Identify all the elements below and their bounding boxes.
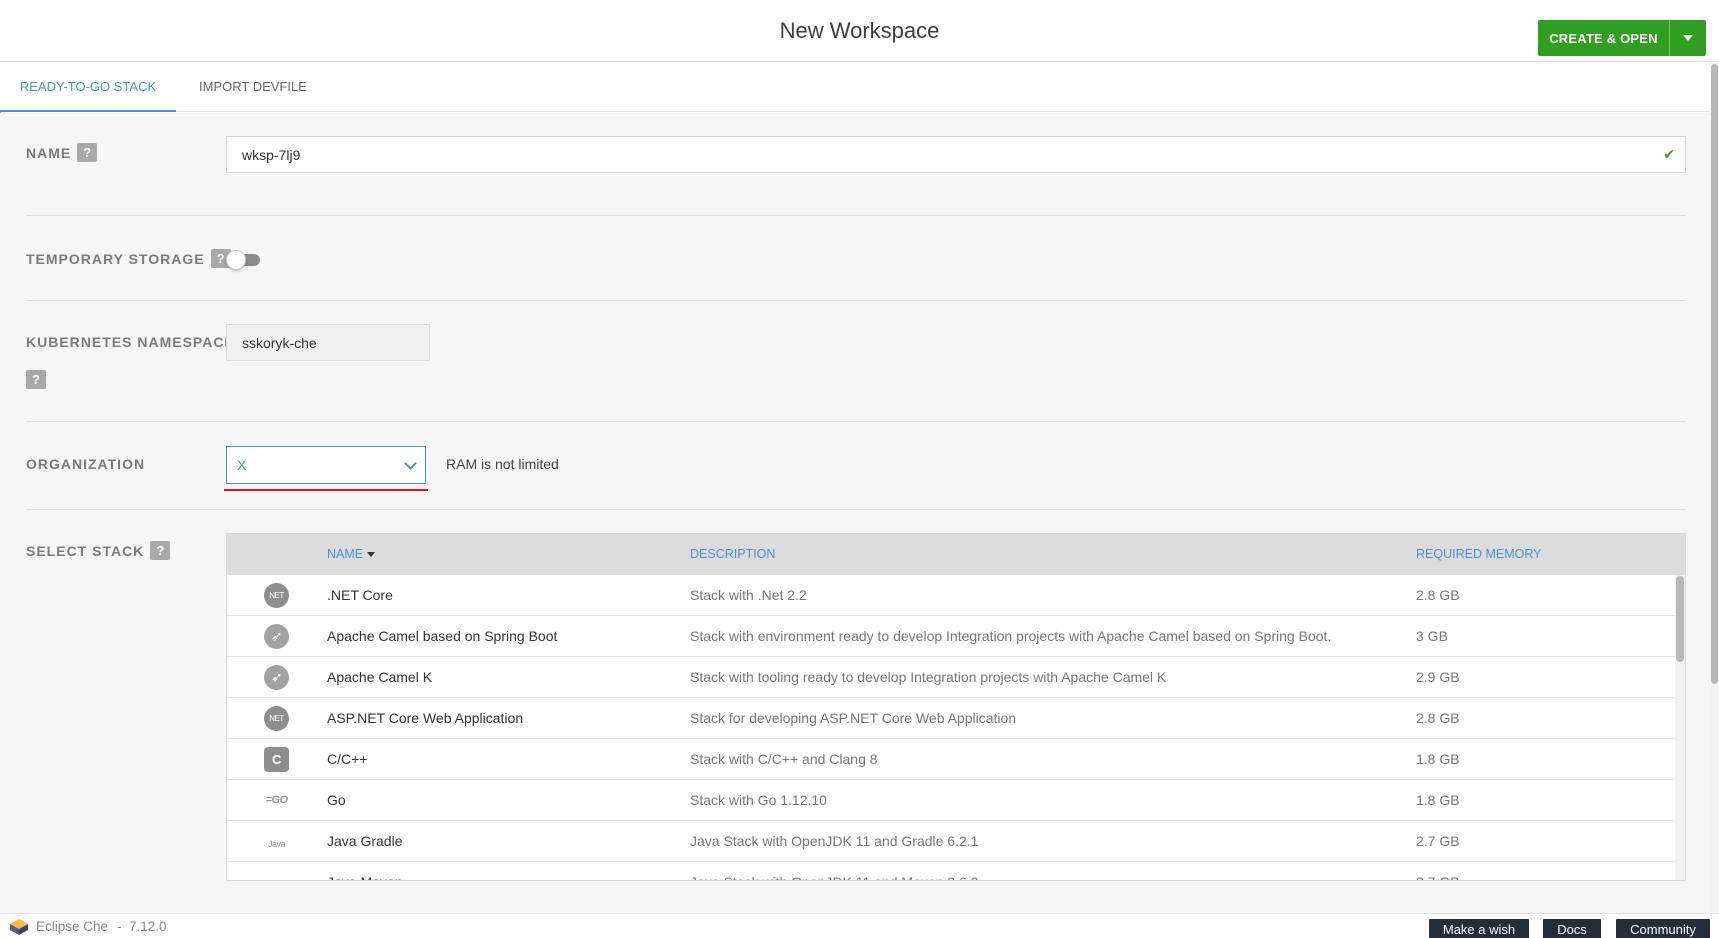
java-icon: Java <box>264 870 289 880</box>
stack-description: Stack for developing ASP.NET Core Web Ap… <box>690 710 1017 726</box>
temp-storage-label: TEMPORARY STORAGE <box>26 250 205 267</box>
stack-name: Java Gradle <box>327 833 403 849</box>
chevron-down-icon <box>404 457 417 470</box>
stack-name: Apache Camel K <box>327 669 433 685</box>
stack-memory: 2.7 GB <box>1416 862 1460 880</box>
camel-icon: ➶ <box>264 624 289 649</box>
stack-help-icon[interactable]: ? <box>150 541 171 560</box>
page-scrollbar-thumb[interactable] <box>1711 64 1718 684</box>
stack-name: ASP.NET Core Web Application <box>327 710 524 726</box>
temp-storage-row-label: TEMPORARY STORAGE ? <box>26 249 231 268</box>
stack-memory: 2.7 GB <box>1416 833 1460 849</box>
sort-desc-icon <box>367 552 376 558</box>
namespace-value: sskoryk-che <box>242 334 317 351</box>
column-header-name[interactable]: NAME <box>327 534 376 575</box>
tab-ready-to-go-stack[interactable]: READY-TO-GO STACK <box>0 62 176 112</box>
check-icon: ✔ <box>1663 146 1675 162</box>
header: New Workspace CREATE & OPEN <box>0 0 1719 62</box>
name-input[interactable]: wksp-7lj9 ✔ <box>226 136 1686 173</box>
namespace-help-row: ? <box>26 370 46 389</box>
stack-name: Apache Camel based on Spring Boot <box>327 628 558 644</box>
version-separator: - <box>117 919 122 934</box>
divider <box>26 509 1686 510</box>
page-scrollbar[interactable] <box>1710 62 1719 918</box>
stack-memory: 3 GB <box>1416 628 1448 644</box>
stack-description: Stack with .Net 2.2 <box>690 587 807 603</box>
create-open-button[interactable]: CREATE & OPEN <box>1538 20 1669 56</box>
version-number: 7.12.0 <box>129 919 167 934</box>
name-label: NAME <box>26 144 72 161</box>
camel-icon: ➶ <box>264 665 289 690</box>
tab-import-devfile[interactable]: IMPORT DEVFILE <box>199 62 307 112</box>
stack-name: Go <box>327 792 346 808</box>
table-row[interactable]: NET ASP.NET Core Web Application Stack for… <box>227 698 1677 739</box>
table-row[interactable]: ➶ Apache Camel K Stack with tooling ready … <box>227 657 1677 698</box>
table-row[interactable]: C C/C++ Stack with C/C++ and Clang 8 1.8 GB <box>227 739 1677 780</box>
stack-description: Stack with environment ready to develop … <box>690 628 1332 644</box>
stack-memory: 2.9 GB <box>1416 669 1460 685</box>
stack-description: Java Stack with OpenJDK 11 and Maven 3.6… <box>690 862 978 880</box>
namespace-field: sskoryk-che <box>226 324 430 361</box>
divider <box>26 215 1686 216</box>
table-row[interactable]: ➶ Apache Camel based on Spring Boot Stack … <box>227 616 1677 657</box>
divider <box>26 300 1686 301</box>
name-row-label: NAME ? <box>26 143 98 162</box>
stack-table: NAME DESCRIPTION REQUIRED MEMORY NET .NET… <box>226 533 1686 881</box>
table-header: NAME DESCRIPTION REQUIRED MEMORY <box>227 534 1685 575</box>
namespace-label: KUBERNETES NAMESPACE <box>26 334 235 350</box>
table-row[interactable]: NET .NET Core Stack with .Net 2.2 2.8 GB <box>227 575 1677 616</box>
toggle-knob <box>226 250 246 270</box>
dotnet-icon: NET <box>264 583 289 608</box>
brand-name: Eclipse Che <box>36 919 109 934</box>
organization-value: X <box>237 457 247 473</box>
temp-storage-toggle[interactable] <box>226 250 262 270</box>
table-body: NET .NET Core Stack with .Net 2.2 2.8 GB ➶ Ap… <box>227 575 1677 880</box>
stack-memory: 1.8 GB <box>1416 792 1460 808</box>
organization-select[interactable]: X <box>226 446 426 484</box>
cpp-icon: C <box>264 747 289 772</box>
table-scrollbar[interactable] <box>1675 575 1685 880</box>
table-row[interactable]: Java Java Gradle Java Stack with OpenJDK 1… <box>227 821 1677 862</box>
organization-row-label: ORGANIZATION <box>26 456 145 472</box>
table-row[interactable]: Java Java Maven Java Stack with OpenJDK 11… <box>227 862 1677 880</box>
highlight-underline <box>224 489 428 491</box>
namespace-row-label: KUBERNETES NAMESPACE <box>26 334 235 350</box>
footer: Eclipse Che - 7.12.0 Make a wish Docs Co… <box>0 913 1719 938</box>
stack-description: Stack with C/C++ and Clang 8 <box>690 751 878 767</box>
dotnet-icon: NET <box>264 706 289 731</box>
stack-name: Java Maven <box>327 862 402 880</box>
create-open-button-group: CREATE & OPEN <box>1538 20 1706 56</box>
organization-label: ORGANIZATION <box>26 456 146 472</box>
page-title: New Workspace <box>779 18 940 43</box>
table-row[interactable]: =GO Go Stack with Go 1.12.10 1.8 GB <box>227 780 1677 821</box>
go-icon: =GO <box>265 794 288 806</box>
tab-bar: READY-TO-GO STACK IMPORT DEVFILE <box>0 62 1710 112</box>
caret-down-icon <box>1683 35 1693 41</box>
community-button[interactable]: Community <box>1616 919 1710 938</box>
name-value: wksp-7lj9 <box>242 146 301 163</box>
workspace-form: NAME ? wksp-7lj9 ✔ TEMPORARY STORAGE ? K… <box>0 113 1710 913</box>
stack-name: .NET Core <box>327 587 393 603</box>
stack-memory: 2.8 GB <box>1416 587 1460 603</box>
stack-row-label: SELECT STACK ? <box>26 541 171 560</box>
ram-limit-text: RAM is not limited <box>446 456 559 472</box>
stack-name: C/C++ <box>327 751 368 767</box>
column-header-memory[interactable]: REQUIRED MEMORY <box>1416 534 1541 575</box>
java-icon: Java <box>267 839 286 849</box>
stack-memory: 2.8 GB <box>1416 710 1460 726</box>
create-options-dropdown[interactable] <box>1670 20 1706 56</box>
column-header-description[interactable]: DESCRIPTION <box>690 534 775 575</box>
namespace-help-icon[interactable]: ? <box>26 370 46 389</box>
make-a-wish-button[interactable]: Make a wish <box>1429 919 1529 938</box>
stack-description: Java Stack with OpenJDK 11 and Gradle 6.… <box>690 833 979 849</box>
stack-description: Stack with tooling ready to develop Inte… <box>690 669 1167 685</box>
name-help-icon[interactable]: ? <box>77 143 98 162</box>
table-scrollbar-thumb[interactable] <box>1676 576 1684 662</box>
stack-memory: 1.8 GB <box>1416 751 1460 767</box>
divider <box>26 421 1686 422</box>
eclipse-che-logo-icon <box>10 919 28 935</box>
stack-description: Stack with Go 1.12.10 <box>690 792 827 808</box>
docs-button[interactable]: Docs <box>1543 919 1601 938</box>
stack-label: SELECT STACK <box>26 542 145 559</box>
